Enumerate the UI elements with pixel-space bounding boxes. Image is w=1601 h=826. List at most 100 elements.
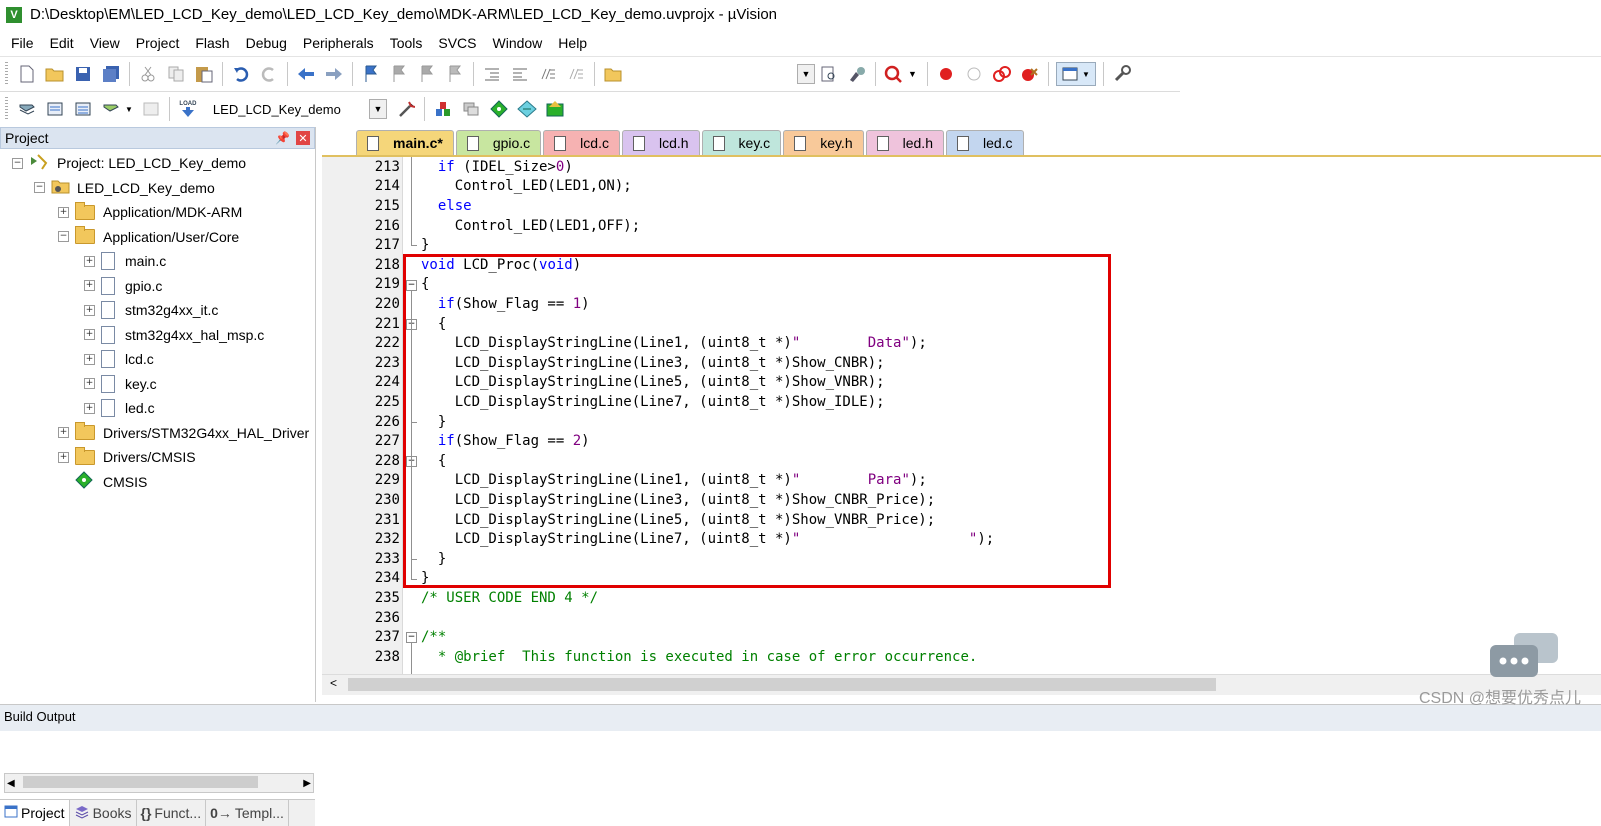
enable-breakpoint-icon[interactable] xyxy=(963,63,985,85)
menu-project[interactable]: Project xyxy=(128,31,188,55)
cut-icon[interactable] xyxy=(137,63,159,85)
build-icon[interactable] xyxy=(44,98,66,120)
expand-icon[interactable]: + xyxy=(84,280,95,291)
scrollbar-thumb[interactable] xyxy=(23,776,258,788)
pane-tab-books[interactable]: Books xyxy=(70,800,137,826)
editor-tab-led-h[interactable]: led.h xyxy=(865,130,944,155)
software-packs-icon[interactable] xyxy=(544,98,566,120)
previous-bookmark-icon[interactable] xyxy=(388,63,410,85)
uncomment-icon[interactable] xyxy=(565,63,587,85)
target-options-icon[interactable] xyxy=(395,98,417,120)
clear-bookmarks-icon[interactable] xyxy=(444,63,466,85)
kill-all-breakpoints-icon[interactable] xyxy=(1019,63,1041,85)
expand-icon[interactable]: + xyxy=(84,353,95,365)
expand-icon[interactable]: + xyxy=(84,402,95,414)
toolbar-grip[interactable] xyxy=(5,62,8,86)
batch-dropdown-arrow-icon[interactable]: ▼ xyxy=(125,105,133,114)
save-icon[interactable] xyxy=(72,63,94,85)
toolbar-grip[interactable] xyxy=(5,97,8,121)
open-file-icon[interactable] xyxy=(44,63,66,85)
collapse-icon[interactable]: − xyxy=(58,231,69,242)
pane-tab-funct[interactable]: {} Funct... xyxy=(137,800,207,826)
menu-flash[interactable]: Flash xyxy=(187,31,237,55)
editor-tab-lcd-c[interactable]: lcd.c xyxy=(543,130,620,155)
chat-bubble-icon[interactable] xyxy=(1490,633,1560,683)
close-pane-icon[interactable]: ✕ xyxy=(296,131,310,145)
pack-installer-icon[interactable] xyxy=(516,98,538,120)
expand-icon[interactable]: + xyxy=(84,304,95,316)
tree-node-project[interactable]: − Project: LED_LCD_Key_demo xyxy=(12,152,246,174)
download-load-icon[interactable]: LOAD xyxy=(177,98,199,120)
expand-icon[interactable]: + xyxy=(58,451,69,463)
menu-window[interactable]: Window xyxy=(485,31,551,55)
editor-tab-key-c[interactable]: key.c xyxy=(701,130,782,155)
editor-tab-lcd-h[interactable]: lcd.h xyxy=(621,130,700,155)
code-line[interactable]: 236 xyxy=(322,608,1601,628)
find-icon[interactable] xyxy=(846,63,868,85)
menu-edit[interactable]: Edit xyxy=(42,31,82,55)
menu-peripherals[interactable]: Peripherals xyxy=(295,31,382,55)
code-line[interactable]: 237 /** xyxy=(322,627,1601,647)
comment-icon[interactable] xyxy=(537,63,559,85)
expand-icon[interactable]: + xyxy=(84,255,95,267)
scroll-left-icon[interactable]: ◀ xyxy=(7,778,15,789)
find-combo-dropdown[interactable]: ▼ xyxy=(797,64,815,84)
code-line[interactable]: 216 Control_LED(LED1,OFF); xyxy=(322,216,1601,236)
paste-icon[interactable] xyxy=(193,63,215,85)
copy-icon[interactable] xyxy=(165,63,187,85)
expand-icon[interactable]: + xyxy=(58,206,69,218)
new-file-icon[interactable] xyxy=(16,63,38,85)
scrollbar-thumb[interactable] xyxy=(348,678,1216,691)
expand-icon[interactable]: + xyxy=(58,427,69,438)
tree-node-file[interactable]: + main.c xyxy=(84,250,166,272)
insert-bookmark-icon[interactable] xyxy=(360,63,382,85)
manage-rte-icon[interactable] xyxy=(488,98,510,120)
incremental-find-icon[interactable] xyxy=(818,63,840,85)
find-in-files-icon[interactable] xyxy=(602,63,624,85)
collapse-icon[interactable]: − xyxy=(12,157,23,169)
menu-help[interactable]: Help xyxy=(550,31,595,55)
tree-node-file[interactable]: + led.c xyxy=(84,397,155,419)
editor-tab-gpio-c[interactable]: gpio.c xyxy=(455,130,542,155)
code-line[interactable]: 235 /* USER CODE END 4 */ xyxy=(322,588,1601,608)
tree-node-folder[interactable]: + Drivers/STM32G4xx_HAL_Driver xyxy=(58,422,309,444)
navigate-forward-icon[interactable] xyxy=(323,63,345,85)
code-line[interactable]: 213 if (IDEL_Size>0) xyxy=(322,157,1601,177)
configure-wrench-icon[interactable] xyxy=(1111,63,1133,85)
menu-svcs[interactable]: SVCS xyxy=(430,31,484,55)
tree-node-file[interactable]: + lcd.c xyxy=(84,348,154,370)
pin-icon[interactable]: 📌 xyxy=(275,131,290,145)
batch-build-icon[interactable] xyxy=(100,98,122,120)
code-line[interactable]: 238 * @brief This function is executed i… xyxy=(322,647,1601,667)
window-layout-icon[interactable]: ▼ xyxy=(1055,62,1096,86)
project-tree-scrollbar[interactable]: ◀ ▶ xyxy=(4,773,314,793)
editor-tab-key-h[interactable]: key.h xyxy=(783,130,864,155)
undo-icon[interactable] xyxy=(230,63,252,85)
code-line[interactable]: 215 else xyxy=(322,196,1601,216)
save-all-icon[interactable] xyxy=(100,63,122,85)
unindent-icon[interactable] xyxy=(509,63,531,85)
manage-project-items-icon[interactable] xyxy=(432,98,454,120)
code-line[interactable]: 217} xyxy=(322,235,1601,255)
scroll-left-icon[interactable]: < xyxy=(330,676,337,690)
pane-tab-templ[interactable]: 0→ Templ... xyxy=(206,800,289,826)
tree-node-folder[interactable]: + Drivers/CMSIS xyxy=(58,446,196,468)
tree-node-folder[interactable]: − Application/User/Core xyxy=(58,226,239,248)
menu-tools[interactable]: Tools xyxy=(382,31,431,55)
navigate-back-icon[interactable] xyxy=(295,63,317,85)
select-packs-icon[interactable] xyxy=(460,98,482,120)
tree-node-file[interactable]: + key.c xyxy=(84,373,157,395)
rebuild-icon[interactable] xyxy=(72,98,94,120)
expand-icon[interactable]: + xyxy=(84,378,95,389)
tree-node-file[interactable]: + stm32g4xx_hal_msp.c xyxy=(84,324,264,346)
editor-horizontal-scrollbar[interactable]: < xyxy=(322,674,1601,695)
editor-tab-main-c-[interactable]: main.c* xyxy=(356,130,454,155)
menu-view[interactable]: View xyxy=(82,31,128,55)
target-dropdown-arrow-icon[interactable]: ▼ xyxy=(368,99,387,119)
collapse-icon[interactable]: − xyxy=(34,182,45,193)
tree-node-folder[interactable]: + Application/MDK-ARM xyxy=(58,201,242,223)
tree-node-target[interactable]: − LED_LCD_Key_demo xyxy=(34,177,215,199)
tree-node-file[interactable]: + gpio.c xyxy=(84,275,162,297)
expand-icon[interactable]: + xyxy=(84,329,95,340)
menu-file[interactable]: File xyxy=(0,31,42,55)
